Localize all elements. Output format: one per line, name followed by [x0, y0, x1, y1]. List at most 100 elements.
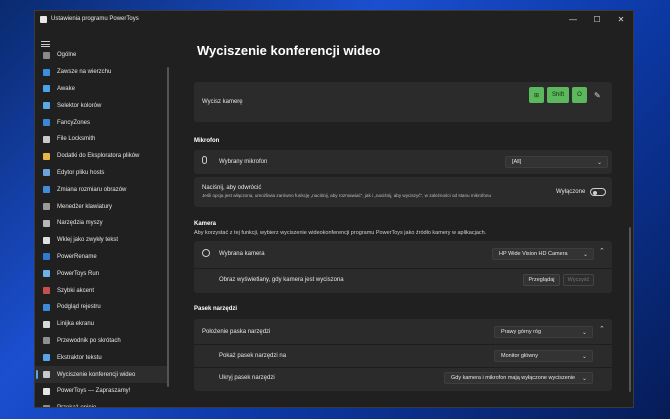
toolbar-show-dropdown[interactable]: Monitor główny ⌄ — [494, 350, 593, 362]
sidebar-item-label: Linijka ekranu — [57, 321, 95, 328]
sidebar-item[interactable]: Wklej jako zwykły tekst — [35, 232, 169, 249]
powertoys-app-icon — [40, 15, 47, 23]
main-scrollbar[interactable] — [629, 227, 631, 392]
toolbar-hide-label: Ukryj pasek narzędzi — [219, 375, 275, 381]
sidebar-item[interactable]: Awake — [35, 81, 169, 98]
sidebar-item-label: PowerToys — Zapraszamy! — [57, 388, 131, 395]
window-title: Ustawienia programu PowerToys — [51, 16, 139, 22]
powertoys-window: Ustawienia programu PowerToys — ☐ ✕ Ogól… — [34, 10, 634, 408]
chevron-down-icon: ⌄ — [581, 376, 587, 382]
sidebar-item[interactable]: Przewodnik po skrótach — [35, 333, 169, 350]
module-icon — [43, 236, 50, 244]
sidebar-item[interactable]: Linijka ekranu — [35, 316, 169, 333]
sidebar: Ogólne Zawsze na wierzchu Awake Selektor ko… — [35, 27, 169, 407]
toolbar-hide-dropdown[interactable]: Gdy kamera i mikrofon mają wyłączone wyc… — [444, 372, 593, 384]
sidebar-item[interactable]: PowerToys Run — [35, 265, 169, 282]
sidebar-item-label: Zawsze na wierzchu — [57, 69, 112, 76]
clear-button[interactable]: Wyczyść — [563, 274, 594, 286]
mic-value: [All] — [512, 159, 522, 165]
sidebar-item-label: Ekstraktor tekstu — [57, 354, 102, 361]
pencil-icon[interactable]: ✎ — [594, 91, 601, 100]
chevron-down-icon: ⌄ — [596, 160, 602, 166]
sidebar-scrollbar[interactable] — [167, 67, 169, 387]
toolbar-section-title: Pasek narzędzi — [194, 306, 238, 312]
mic-label: Wybrany mikrofon — [219, 159, 268, 165]
camera-dropdown[interactable]: HP Wide Vision HD Camera ⌄ — [492, 248, 594, 260]
shift-key: Shift — [547, 87, 569, 103]
module-icon — [43, 119, 50, 127]
module-icon — [43, 371, 50, 379]
divider — [194, 268, 612, 269]
module-icon — [43, 287, 50, 295]
divider — [194, 367, 612, 368]
mic-card: Wybrany mikrofon [All] ⌄ — [194, 150, 612, 174]
push-to-reverse-card: Naciśnij, aby odwrócić Jeśli opcja jest … — [194, 177, 612, 207]
toolbar-show-label: Pokaż pasek narzędzi na — [219, 353, 287, 359]
module-icon — [43, 354, 50, 362]
chevron-down-icon: ⌄ — [581, 330, 587, 336]
toolbar-card: Położenie paska narzędzi Prawy górny róg… — [194, 319, 612, 391]
sidebar-item[interactable]: FancyZones — [35, 114, 169, 131]
sidebar-item[interactable]: Ogólne — [35, 47, 169, 64]
camera-icon — [202, 249, 210, 257]
chevron-down-icon: ⌄ — [581, 354, 587, 360]
sidebar-item[interactable]: Zawsze na wierzchu — [35, 64, 169, 81]
module-icon — [43, 186, 50, 194]
chevron-down-icon: ⌄ — [582, 252, 588, 258]
module-icon — [43, 320, 50, 328]
sidebar-item[interactable]: Ekstraktor tekstu — [35, 349, 169, 366]
minimize-icon[interactable]: — — [561, 11, 585, 27]
sidebar-item[interactable]: PowerToys — Zapraszamy! — [35, 383, 169, 400]
push-to-reverse-label: Naciśnij, aby odwrócić — [202, 185, 262, 191]
toolbar-position-dropdown[interactable]: Prawy górny róg ⌄ — [494, 326, 593, 338]
module-icon — [43, 169, 50, 177]
camera-card: Wybrana kamera HP Wide Vision HD Camera … — [194, 241, 612, 293]
sidebar-item[interactable]: Wyciszenie konferencji wideo — [35, 366, 169, 383]
chevron-up-icon[interactable]: ⌃ — [599, 325, 605, 333]
mic-dropdown[interactable]: [All] ⌄ — [505, 156, 608, 168]
sidebar-item[interactable]: Dodatki do Eksploratora plików — [35, 148, 169, 165]
sidebar-item[interactable]: Narzędzia myszy — [35, 215, 169, 232]
maximize-icon[interactable]: ☐ — [585, 11, 609, 27]
toolbar-hide-value: Gdy kamera i mikrofon mają wyłączone wyc… — [451, 375, 576, 381]
camera-value: HP Wide Vision HD Camera — [499, 251, 568, 257]
sidebar-item-label: Ogólne — [57, 52, 77, 59]
sidebar-item-label: Szybki akcent — [57, 287, 95, 294]
sidebar-item-label: PowerToys Run — [57, 270, 100, 277]
sidebar-item-label: PowerRename — [57, 253, 97, 260]
sidebar-item-label: Selektor kolorów — [57, 102, 102, 109]
push-to-reverse-toggle[interactable] — [590, 188, 606, 196]
sidebar-item[interactable]: Zmiana rozmiaru obrazów — [35, 181, 169, 198]
module-icon — [43, 387, 50, 395]
sidebar-item[interactable]: Selektor kolorów — [35, 97, 169, 114]
sidebar-item-label: Wklej jako zwykły tekst — [57, 237, 119, 244]
sidebar-item[interactable]: Szybki akcent — [35, 282, 169, 299]
sidebar-item-label: File Locksmith — [57, 136, 96, 143]
module-icon — [43, 203, 50, 211]
module-icon — [43, 337, 50, 345]
main-content: Wyciszenie konferencji wideo Wycisz kame… — [191, 27, 633, 407]
chevron-up-icon[interactable]: ⌃ — [599, 247, 605, 255]
sidebar-nav: Ogólne Zawsze na wierzchu Awake Selektor ko… — [35, 47, 169, 407]
divider — [194, 344, 612, 345]
o-key: O — [572, 87, 587, 103]
sidebar-item[interactable]: Podgląd rejestru — [35, 299, 169, 316]
module-icon — [43, 68, 50, 76]
sidebar-item[interactable]: File Locksmith — [35, 131, 169, 148]
module-icon — [43, 152, 50, 160]
sidebar-item-label: Przekaż opinię — [57, 405, 96, 407]
camera-description: Aby korzystać z tej funkcji, wybierz wyc… — [194, 230, 487, 236]
sidebar-item[interactable]: Menedżer klawiatury — [35, 198, 169, 215]
sidebar-item-label: Przewodnik po skrótach — [57, 337, 121, 344]
browse-button[interactable]: Przeglądaj — [523, 274, 560, 286]
sidebar-item[interactable]: PowerRename — [35, 249, 169, 266]
sidebar-item-label: Zmiana rozmiaru obrazów — [57, 186, 127, 193]
module-icon — [43, 85, 50, 93]
sidebar-item[interactable]: Przekaż opinię — [35, 400, 169, 407]
sidebar-item-label: Wyciszenie konferencji wideo — [57, 371, 136, 378]
toolbar-position-label: Położenie paska narzędzi — [202, 329, 271, 335]
sidebar-item[interactable]: Edytor pliku hosts — [35, 165, 169, 182]
close-icon[interactable]: ✕ — [609, 11, 633, 27]
module-icon — [43, 219, 50, 227]
sidebar-item-label: Edytor pliku hosts — [57, 169, 105, 176]
